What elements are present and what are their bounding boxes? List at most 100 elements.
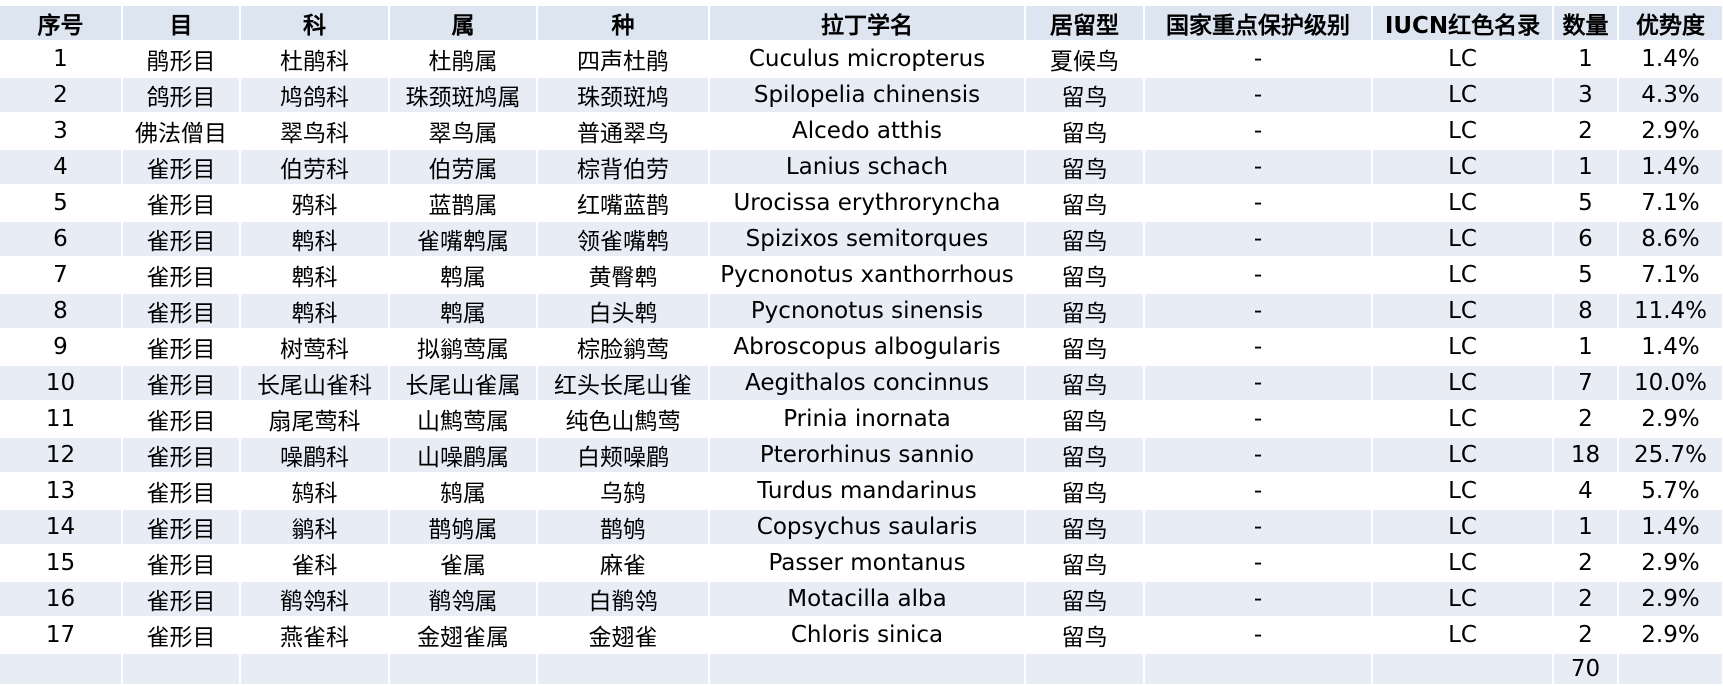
cell-col-species: 黄臀鹎 bbox=[537, 257, 710, 294]
cell-col-index: 6 bbox=[0, 221, 123, 258]
cell-col-protection-level: - bbox=[1144, 257, 1373, 294]
cell-col-residency: 留鸟 bbox=[1025, 185, 1145, 222]
species-table-container: 序号目科属种拉丁学名 居留型 国家重点保护级别 IUCN红色名录 数量 优势度 1 鹃形目杜… bbox=[0, 6, 1723, 686]
cell-col-order: 雀形目 bbox=[122, 581, 241, 618]
total-cell-blank bbox=[389, 653, 538, 686]
cell-col-protection-level: - bbox=[1144, 329, 1373, 366]
cell-col-order: 鹃形目 bbox=[122, 41, 241, 78]
cell-col-protection-level: - bbox=[1144, 509, 1373, 546]
cell-col-genus: 山噪鹛属 bbox=[389, 437, 538, 474]
cell-col-protection-level: - bbox=[1144, 41, 1373, 78]
table-row: 9 雀形目 树莺科 拟鹟莺属 棕脸鹟莺 Abroscopus albogularis 留鸟 -… bbox=[0, 329, 1723, 366]
table-row: 10 雀形目 长尾山雀科 长尾山雀属 红头长尾山雀 Aegithalos concinnu… bbox=[0, 365, 1723, 402]
cell-col-iucn: LC bbox=[1372, 77, 1554, 114]
cell-col-dominance: 8.6% bbox=[1618, 221, 1723, 258]
header-col-protection-level: 国家重点保护级别 bbox=[1144, 6, 1373, 42]
cell-col-count: 2 bbox=[1553, 581, 1619, 618]
cell-col-index: 10 bbox=[0, 365, 123, 402]
cell-col-family: 树莺科 bbox=[240, 329, 390, 366]
cell-col-latin-name: Passer montanus bbox=[709, 545, 1026, 582]
cell-col-genus: 翠鸟属 bbox=[389, 113, 538, 150]
table-row: 2 鸽形目 鸠鸽科 珠颈斑鸠属 珠颈斑鸠 Spilopelia chinensis 留鸟 - L… bbox=[0, 77, 1723, 114]
cell-col-genus: 雀嘴鹎属 bbox=[389, 221, 538, 258]
header-col-latin-name: 拉丁学名 bbox=[709, 6, 1026, 42]
cell-col-order: 雀形目 bbox=[122, 329, 241, 366]
cell-col-dominance: 25.7% bbox=[1618, 437, 1723, 474]
cell-col-index: 2 bbox=[0, 77, 123, 114]
cell-col-dominance: 1.4% bbox=[1618, 329, 1723, 366]
table-row: 4 雀形目 伯劳科 伯劳属 棕背伯劳 Lanius schach 留鸟 - LC 1 1.4% bbox=[0, 149, 1723, 186]
cell-col-genus: 鹎属 bbox=[389, 257, 538, 294]
total-row: 70 bbox=[0, 653, 1723, 686]
cell-col-protection-level: - bbox=[1144, 473, 1373, 510]
cell-col-count: 4 bbox=[1553, 473, 1619, 510]
cell-col-genus: 鸫属 bbox=[389, 473, 538, 510]
cell-col-iucn: LC bbox=[1372, 617, 1554, 654]
cell-col-order: 雀形目 bbox=[122, 545, 241, 582]
cell-col-index: 5 bbox=[0, 185, 123, 222]
cell-col-count: 7 bbox=[1553, 365, 1619, 402]
cell-col-protection-level: - bbox=[1144, 581, 1373, 618]
cell-col-iucn: LC bbox=[1372, 329, 1554, 366]
cell-col-index: 7 bbox=[0, 257, 123, 294]
cell-col-count: 18 bbox=[1553, 437, 1619, 474]
cell-col-iucn: LC bbox=[1372, 509, 1554, 546]
total-cell-blank bbox=[1144, 653, 1373, 686]
header-col-family: 科 bbox=[240, 6, 390, 42]
cell-col-latin-name: Copsychus saularis bbox=[709, 509, 1026, 546]
cell-col-index: 12 bbox=[0, 437, 123, 474]
cell-col-protection-level: - bbox=[1144, 365, 1373, 402]
header-col-dominance: 优势度 bbox=[1618, 6, 1723, 42]
cell-col-iucn: LC bbox=[1372, 581, 1554, 618]
cell-col-residency: 留鸟 bbox=[1025, 329, 1145, 366]
cell-col-dominance: 1.4% bbox=[1618, 509, 1723, 546]
cell-col-species: 乌鸫 bbox=[537, 473, 710, 510]
cell-col-family: 鹡鸰科 bbox=[240, 581, 390, 618]
cell-col-residency: 留鸟 bbox=[1025, 365, 1145, 402]
header-col-order: 目 bbox=[122, 6, 241, 42]
cell-col-genus: 伯劳属 bbox=[389, 149, 538, 186]
cell-col-dominance: 11.4% bbox=[1618, 293, 1723, 330]
cell-col-genus: 鹎属 bbox=[389, 293, 538, 330]
cell-col-latin-name: Cuculus micropterus bbox=[709, 41, 1026, 78]
cell-col-genus: 雀属 bbox=[389, 545, 538, 582]
total-cell-blank bbox=[709, 653, 1026, 686]
cell-col-family: 噪鹛科 bbox=[240, 437, 390, 474]
cell-col-iucn: LC bbox=[1372, 437, 1554, 474]
cell-col-order: 雀形目 bbox=[122, 365, 241, 402]
cell-col-latin-name: Turdus mandarinus bbox=[709, 473, 1026, 510]
cell-col-family: 扇尾莺科 bbox=[240, 401, 390, 438]
cell-col-latin-name: Spizixos semitorques bbox=[709, 221, 1026, 258]
header-col-genus: 属 bbox=[389, 6, 538, 42]
cell-col-species: 金翅雀 bbox=[537, 617, 710, 654]
table-row: 8 雀形目 鹎科 鹎属 白头鹎 Pycnonotus sinensis 留鸟 - LC 8 11.4… bbox=[0, 293, 1723, 330]
cell-col-order: 雀形目 bbox=[122, 401, 241, 438]
cell-col-index: 13 bbox=[0, 473, 123, 510]
cell-col-order: 雀形目 bbox=[122, 509, 241, 546]
header-col-index: 序号 bbox=[0, 6, 123, 42]
table-body: 1 鹃形目 杜鹃科 杜鹃属 四声杜鹃 Cuculus micropterus 夏候鸟 - LC 1… bbox=[0, 41, 1723, 654]
cell-col-order: 雀形目 bbox=[122, 221, 241, 258]
cell-col-species: 红头长尾山雀 bbox=[537, 365, 710, 402]
cell-col-iucn: LC bbox=[1372, 401, 1554, 438]
cell-col-protection-level: - bbox=[1144, 617, 1373, 654]
cell-col-latin-name: Pycnonotus sinensis bbox=[709, 293, 1026, 330]
header-col-iucn: IUCN红色名录 bbox=[1372, 6, 1554, 42]
cell-col-genus: 拟鹟莺属 bbox=[389, 329, 538, 366]
cell-col-dominance: 2.9% bbox=[1618, 401, 1723, 438]
cell-col-residency: 留鸟 bbox=[1025, 545, 1145, 582]
cell-col-latin-name: Aegithalos concinnus bbox=[709, 365, 1026, 402]
cell-col-iucn: LC bbox=[1372, 221, 1554, 258]
cell-col-protection-level: - bbox=[1144, 401, 1373, 438]
header-col-residency: 居留型 bbox=[1025, 6, 1145, 42]
cell-col-latin-name: Motacilla alba bbox=[709, 581, 1026, 618]
cell-col-genus: 山鹪莺属 bbox=[389, 401, 538, 438]
cell-col-dominance: 1.4% bbox=[1618, 149, 1723, 186]
header-col-count: 数量 bbox=[1553, 6, 1619, 42]
cell-col-count: 5 bbox=[1553, 257, 1619, 294]
cell-col-residency: 夏候鸟 bbox=[1025, 41, 1145, 78]
cell-col-species: 鹊鸲 bbox=[537, 509, 710, 546]
cell-col-order: 雀形目 bbox=[122, 257, 241, 294]
total-cell-blank bbox=[537, 653, 710, 686]
header-row: 序号目科属种拉丁学名 居留型 国家重点保护级别 IUCN红色名录 数量 优势度 bbox=[0, 6, 1723, 42]
